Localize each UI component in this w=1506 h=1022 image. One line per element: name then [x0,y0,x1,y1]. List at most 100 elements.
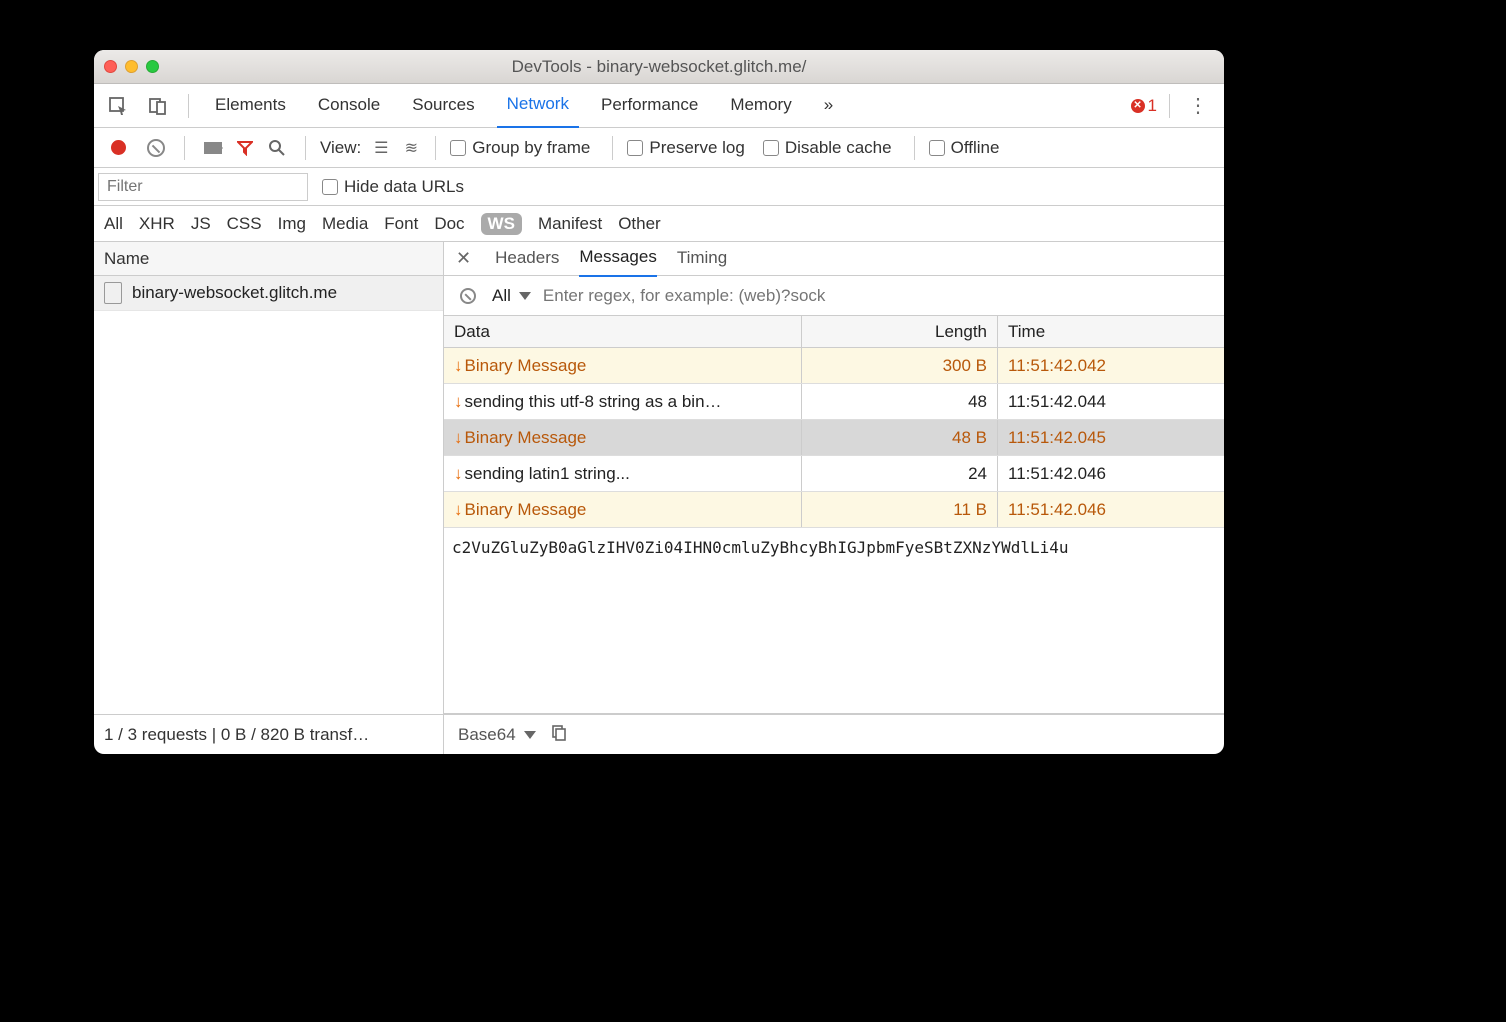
type-css[interactable]: CSS [227,214,262,234]
filter-row: Hide data URLs [94,168,1224,206]
request-name: binary-websocket.glitch.me [132,283,337,303]
separator [612,136,613,160]
copy-icon [550,723,568,741]
type-other[interactable]: Other [618,214,661,234]
dropdown-label: All [492,286,511,306]
requests-summary: 1 / 3 requests | 0 B / 820 B transf… [94,715,444,754]
window-controls [104,60,159,73]
error-indicator[interactable]: ✕ 1 [1131,96,1157,116]
statusbar: 1 / 3 requests | 0 B / 820 B transf… Bas… [94,714,1224,754]
detail-pane: ✕ Headers Messages Timing All Data Lengt… [444,242,1224,714]
message-row[interactable]: ↓sending latin1 string... 24 11:51:42.04… [444,456,1224,492]
zoom-window-button[interactable] [146,60,159,73]
type-font[interactable]: Font [384,214,418,234]
checkbox-icon [322,179,338,195]
message-row[interactable]: ↓Binary Message 11 B 11:51:42.046 [444,492,1224,528]
checkbox-icon [929,140,945,156]
tab-sources[interactable]: Sources [402,85,484,127]
separator [914,136,915,160]
separator [305,136,306,160]
search-icon [268,139,286,157]
arrow-down-icon: ↓ [454,356,463,376]
tab-headers[interactable]: Headers [495,242,559,276]
messages-table: Data Length Time ↓Binary Message 300 B 1… [444,316,1224,528]
filter-toggle-button[interactable] [237,140,253,156]
requests-pane: Name binary-websocket.glitch.me [94,242,444,714]
separator [1169,94,1170,118]
request-row[interactable]: binary-websocket.glitch.me [94,276,443,311]
table-header: Data Length Time [444,316,1224,348]
record-button[interactable] [104,134,132,162]
checkbox-icon [763,140,779,156]
offline-checkbox[interactable]: Offline [929,138,1000,158]
message-row[interactable]: ↓sending this utf-8 string as a bin… 48 … [444,384,1224,420]
regex-filter-input[interactable] [541,285,1214,307]
kebab-menu-icon[interactable]: ⋮ [1182,93,1214,118]
window-title: DevTools - binary-websocket.glitch.me/ [94,57,1224,77]
document-icon [104,282,122,304]
message-payload[interactable]: c2VuZGluZyB0aGlzIHV0Zi04IHN0cmluZyBhcyBh… [444,528,1224,714]
view-label: View: [320,138,361,158]
chevron-down-icon [524,731,536,739]
arrow-down-icon: ↓ [454,392,463,412]
devtools-window: DevTools - binary-websocket.glitch.me/ E… [94,50,1224,754]
device-toggle-icon[interactable] [144,92,172,120]
tab-console[interactable]: Console [308,85,390,127]
separator [435,136,436,160]
funnel-icon [237,140,253,156]
preserve-log-checkbox[interactable]: Preserve log [627,138,744,158]
clear-icon [460,288,476,304]
hide-data-urls-checkbox[interactable]: Hide data URLs [322,177,464,197]
type-doc[interactable]: Doc [434,214,464,234]
clear-icon [147,139,165,157]
tab-network[interactable]: Network [497,84,579,128]
type-img[interactable]: Img [278,214,306,234]
arrow-down-icon: ↓ [454,464,463,484]
large-rows-icon[interactable]: ☰ [371,138,391,158]
arrow-down-icon: ↓ [454,428,463,448]
separator [188,94,189,118]
waterfall-icon[interactable]: ≋ [401,138,421,158]
disable-cache-checkbox[interactable]: Disable cache [763,138,892,158]
search-button[interactable] [263,134,291,162]
copy-button[interactable] [550,723,568,746]
type-manifest[interactable]: Manifest [538,214,602,234]
message-type-dropdown[interactable]: All [492,286,531,306]
tab-more[interactable]: » [814,85,843,127]
col-length-header[interactable]: Length [802,316,998,347]
tab-performance[interactable]: Performance [591,85,708,127]
type-ws[interactable]: WS [481,213,522,235]
arrow-down-icon: ↓ [454,500,463,520]
clear-messages-button[interactable] [454,282,482,310]
minimize-window-button[interactable] [125,60,138,73]
capture-screenshots-button[interactable] [199,134,227,162]
record-icon [111,140,126,155]
type-all[interactable]: All [104,214,123,234]
col-data-header[interactable]: Data [444,316,802,347]
type-js[interactable]: JS [191,214,211,234]
inspect-element-icon[interactable] [104,92,132,120]
clear-button[interactable] [142,134,170,162]
message-row[interactable]: ↓Binary Message 48 B 11:51:42.045 [444,420,1224,456]
tab-timing[interactable]: Timing [677,242,727,276]
name-column-header[interactable]: Name [94,242,443,276]
separator [184,136,185,160]
encoding-dropdown[interactable]: Base64 [458,725,536,745]
network-toolbar: View: ☰ ≋ Group by frame Preserve log Di… [94,128,1224,168]
tab-memory[interactable]: Memory [720,85,801,127]
tab-elements[interactable]: Elements [205,85,296,127]
error-count: 1 [1148,96,1157,116]
types-row: All XHR JS CSS Img Media Font Doc WS Man… [94,206,1224,242]
detail-tabs: ✕ Headers Messages Timing [444,242,1224,276]
col-time-header[interactable]: Time [998,316,1224,347]
message-row[interactable]: ↓Binary Message 300 B 11:51:42.042 [444,348,1224,384]
checkbox-icon [450,140,466,156]
tab-messages[interactable]: Messages [579,241,656,277]
close-window-button[interactable] [104,60,117,73]
group-by-frame-checkbox[interactable]: Group by frame [450,138,590,158]
camera-icon [204,142,222,154]
close-detail-button[interactable]: ✕ [456,248,475,269]
type-xhr[interactable]: XHR [139,214,175,234]
filter-input[interactable] [98,173,308,201]
type-media[interactable]: Media [322,214,368,234]
